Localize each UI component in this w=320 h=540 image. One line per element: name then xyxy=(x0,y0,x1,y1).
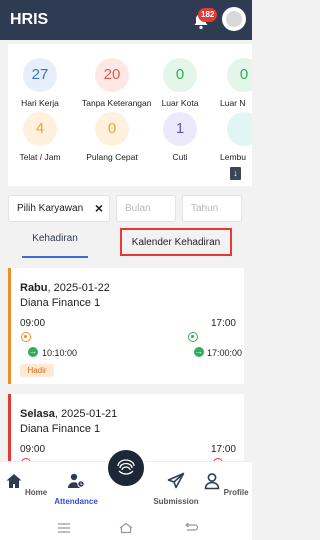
notification-count-badge: 182 xyxy=(198,8,218,22)
nav-submission[interactable]: Submission xyxy=(151,472,201,506)
back-icon[interactable] xyxy=(183,522,199,534)
schedule-out: 17:00 xyxy=(210,444,236,455)
attendance-summary: 27 Hari Kerja 20 Tanpa Keterangan 0 Luar… xyxy=(8,44,252,186)
system-navigation-bar xyxy=(0,515,252,540)
stat-label: Pulang Cepat xyxy=(86,152,138,162)
stat-label: Hari Kerja xyxy=(21,98,59,108)
schedule-in: 09:00 xyxy=(20,318,46,329)
app-title: HRIS xyxy=(10,11,49,28)
avatar[interactable] xyxy=(222,7,246,31)
record-date: Rabu, 2025-01-22 xyxy=(20,282,110,294)
download-icon[interactable] xyxy=(230,167,241,180)
tab-kehadiran[interactable]: Kehadiran xyxy=(22,228,88,258)
paper-plane-icon xyxy=(167,472,185,489)
employee-name: Diana Finance 1 xyxy=(20,297,101,309)
record-day: Rabu xyxy=(20,282,48,294)
clock-in-location-icon xyxy=(21,332,31,342)
record-date-value: , 2025-01-21 xyxy=(54,408,118,420)
stat-lembur[interactable]: Lembu xyxy=(214,112,252,162)
stat-label: Lembu xyxy=(220,152,246,162)
stat-label: Luar N xyxy=(220,98,246,108)
nav-attendance[interactable]: Attendance xyxy=(51,472,101,506)
arrow-right-icon: → xyxy=(28,347,38,357)
stat-value xyxy=(227,112,252,146)
nav-submission-label: Submission xyxy=(153,497,199,506)
stat-luar-negeri[interactable]: 0 Luar N xyxy=(214,58,252,108)
home-system-icon[interactable] xyxy=(118,522,134,534)
stat-value: 27 xyxy=(23,58,57,92)
nav-profile[interactable]: Profile xyxy=(201,472,251,497)
employee-select[interactable]: Pilih Karyawan × xyxy=(8,195,110,222)
clear-employee-icon[interactable]: × xyxy=(95,196,103,221)
nav-attendance-label: Attendance xyxy=(54,497,98,506)
status-badge: Hadir xyxy=(20,364,54,377)
nav-profile-label: Profile xyxy=(223,488,249,497)
stat-tanpa-keterangan[interactable]: 20 Tanpa Keterangan xyxy=(82,58,152,108)
month-field[interactable]: Bulan xyxy=(116,195,176,222)
employee-select-label: Pilih Karyawan xyxy=(17,203,84,214)
stat-label: Telat / Jam xyxy=(19,152,61,162)
record-day: Selasa xyxy=(20,408,55,420)
tab-kalender-kehadiran[interactable]: Kalender Kehadiran xyxy=(120,228,232,256)
stat-pulang-cepat[interactable]: 0 Pulang Cepat xyxy=(82,112,142,162)
fingerprint-checkin-button[interactable] xyxy=(106,448,146,488)
stat-luar-kota[interactable]: 0 Luar Kota xyxy=(150,58,210,108)
profile-icon xyxy=(205,473,220,490)
stat-value: 1 xyxy=(163,112,197,146)
stat-hari-kerja[interactable]: 27 Hari Kerja xyxy=(10,58,70,108)
schedule-out: 17:00 xyxy=(210,318,236,329)
home-icon xyxy=(6,474,22,488)
stat-label: Cuti xyxy=(172,152,188,162)
actual-clock-out: 17:00:00 xyxy=(207,348,243,358)
stat-value: 0 xyxy=(95,112,129,146)
attendance-card[interactable]: Rabu, 2025-01-22 Diana Finance 1 09:00 1… xyxy=(8,268,244,384)
stat-cuti[interactable]: 1 Cuti xyxy=(150,112,210,162)
arrow-right-icon: → xyxy=(194,347,204,357)
nav-home-label: Home xyxy=(25,488,48,497)
fingerprint-icon xyxy=(117,459,135,475)
actual-clock-in: 10:10:00 xyxy=(42,348,78,358)
stat-telat-jam[interactable]: 4 Telat / Jam xyxy=(10,112,70,162)
stat-value: 0 xyxy=(227,58,252,92)
recent-apps-icon[interactable] xyxy=(56,522,72,534)
stat-value: 0 xyxy=(163,58,197,92)
stat-value: 4 xyxy=(23,112,57,146)
employee-name: Diana Finance 1 xyxy=(20,423,101,435)
schedule-in: 09:00 xyxy=(20,444,46,455)
app-bar: HRIS 182 xyxy=(0,0,252,40)
stat-label: Tanpa Keterangan xyxy=(82,98,152,108)
year-field[interactable]: Tahun xyxy=(182,195,242,222)
stat-value: 20 xyxy=(95,58,129,92)
record-date: Selasa, 2025-01-21 xyxy=(20,408,117,420)
nav-home[interactable]: Home xyxy=(1,472,51,497)
record-date-value: , 2025-01-22 xyxy=(47,282,110,294)
clock-out-location-icon xyxy=(188,332,198,342)
user-clock-icon xyxy=(68,473,85,488)
stat-label: Luar Kota xyxy=(161,98,199,108)
